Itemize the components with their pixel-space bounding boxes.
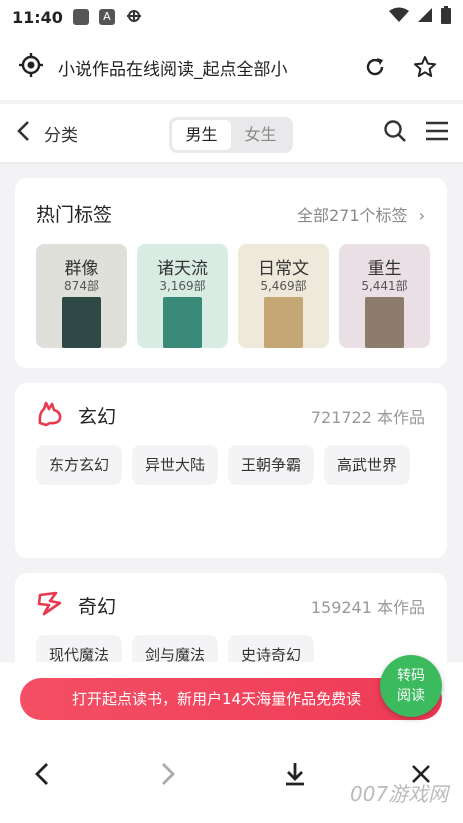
subcategory-chip[interactable]: 高武世界: [324, 445, 411, 485]
status-time: 11:40: [12, 7, 63, 27]
tab-male[interactable]: 男生: [172, 120, 231, 150]
back-nav-button[interactable]: [22, 754, 62, 794]
open-app-banner[interactable]: 打开起点读书，新用户14天海量作品免费读: [20, 678, 442, 720]
tag-count: 5,441部: [361, 279, 408, 293]
tag-tile[interactable]: 群像 874部: [36, 244, 127, 348]
page-title: 分类: [44, 125, 78, 146]
category-count: 159241 本作品: [310, 598, 425, 617]
all-tags-link[interactable]: 全部271个标签 ›: [297, 202, 425, 226]
location-icon[interactable]: [18, 52, 44, 82]
tag-name: 群像: [64, 259, 99, 279]
search-icon: [384, 120, 406, 142]
url-text[interactable]: 小说作品在线阅读_起点全部小: [58, 55, 345, 80]
book-cover: [62, 297, 101, 348]
category-card: 玄幻 721722 本作品 东方玄幻 异世大陆 王朝争霸 高武世界: [15, 383, 447, 558]
chevron-left-icon: [17, 121, 29, 141]
book-cover: [365, 297, 404, 348]
gender-toggle: 男生 女生: [169, 117, 293, 153]
fab-line-2: 阅读: [397, 688, 425, 704]
category-name: 玄幻: [78, 405, 117, 428]
search-button[interactable]: [383, 119, 407, 147]
star-icon: [414, 56, 436, 77]
watermark: 007游戏网: [350, 782, 449, 806]
hamburger-icon: [426, 121, 448, 141]
category-icon: [36, 399, 64, 431]
category-count: 721722 本作品: [310, 408, 425, 427]
tag-name: 日常文: [258, 259, 309, 279]
tag-tiles: 群像 874部 诸天流 3,169部 日常文 5,469部 重生 5,441部: [36, 244, 430, 348]
tag-tile[interactable]: 日常文 5,469部: [238, 244, 329, 348]
chevron-right-icon: ›: [418, 206, 425, 225]
signal-icon: [417, 7, 433, 27]
refresh-button[interactable]: [355, 47, 395, 87]
tag-name: 诸天流: [157, 259, 208, 279]
subcategory-chip[interactable]: 王朝争霸: [228, 445, 315, 485]
tag-count: 3,169部: [159, 279, 206, 293]
tag-count: 5,469部: [260, 279, 307, 293]
wifi-icon: [389, 7, 409, 27]
bookmark-button[interactable]: [405, 47, 445, 87]
menu-button[interactable]: [425, 120, 449, 146]
subcategory-list: 东方玄幻 异世大陆 王朝争霸 高武世界: [36, 445, 436, 485]
tag-tile[interactable]: 重生 5,441部: [339, 244, 430, 348]
back-button[interactable]: [14, 119, 34, 147]
category-icon: [36, 589, 64, 621]
all-tags-label: 全部271个标签: [296, 206, 408, 225]
refresh-icon: [366, 58, 384, 76]
hot-tags-card: 热门标签 全部271个标签 › 群像 874部 诸天流 3,169部 日常文 5…: [15, 178, 447, 368]
book-cover: [264, 297, 303, 348]
app-a-icon: A: [98, 9, 115, 25]
transcode-read-button[interactable]: 转码 阅读: [380, 655, 442, 717]
notification-icon: [72, 9, 89, 25]
hot-tags-title: 热门标签: [36, 204, 113, 226]
url-bar: 小说作品在线阅读_起点全部小: [0, 34, 463, 100]
subcategory-chip[interactable]: 异世大陆: [132, 445, 219, 485]
forward-nav-button[interactable]: [148, 754, 188, 794]
fab-line-1: 转码: [397, 668, 425, 684]
category-header[interactable]: 奇幻: [36, 589, 116, 621]
chevron-left-icon: [35, 762, 48, 785]
category-name: 奇幻: [78, 595, 117, 618]
tag-name: 重生: [367, 259, 402, 279]
download-button[interactable]: [275, 754, 315, 794]
page-header: 分类 男生 女生: [0, 104, 463, 162]
tag-count: 874部: [64, 279, 99, 293]
status-bar: 11:40 A: [0, 0, 463, 34]
tag-tile[interactable]: 诸天流 3,169部: [137, 244, 228, 348]
tab-female[interactable]: 女生: [231, 120, 290, 150]
book-cover: [163, 297, 202, 348]
download-icon: [285, 762, 304, 785]
bug-icon: [125, 6, 143, 28]
battery-icon: [441, 6, 451, 28]
chevron-right-icon: [162, 762, 176, 785]
category-header[interactable]: 玄幻: [36, 399, 116, 431]
subcategory-chip[interactable]: 东方玄幻: [36, 445, 123, 485]
